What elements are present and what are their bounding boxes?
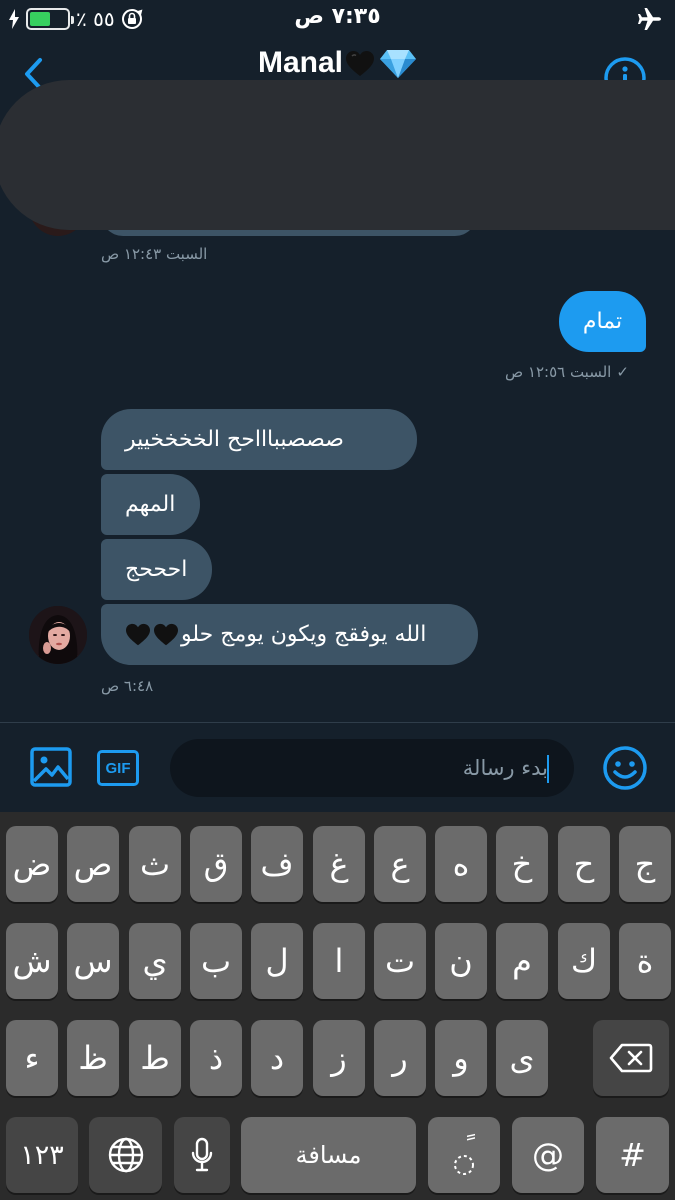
message-text: تمام bbox=[582, 309, 623, 334]
letter-key[interactable]: ل bbox=[251, 923, 303, 999]
letter-key[interactable]: ن bbox=[435, 923, 487, 999]
dictation-key[interactable] bbox=[174, 1117, 230, 1193]
black-heart-icon bbox=[126, 623, 150, 645]
photo-icon[interactable] bbox=[30, 747, 72, 787]
tanween-key[interactable]: ً bbox=[428, 1117, 500, 1193]
gem-stone-icon bbox=[380, 50, 417, 79]
message-text: المهم bbox=[125, 492, 176, 517]
letter-key[interactable]: ث bbox=[129, 826, 181, 902]
message-bubble-incoming[interactable]: صصصبباااحح الخخخخيير bbox=[101, 409, 417, 470]
letter-key[interactable]: ء bbox=[6, 1020, 58, 1096]
letter-key[interactable]: ع bbox=[374, 826, 426, 902]
letter-key[interactable]: ر bbox=[374, 1020, 426, 1096]
black-heart-icon bbox=[154, 623, 178, 645]
message-meta: السبت ١٢:٥٦ ص ✓ bbox=[505, 363, 629, 381]
letter-key[interactable]: غ bbox=[313, 826, 365, 902]
letter-key[interactable]: ج bbox=[619, 826, 671, 902]
letter-key[interactable]: ت bbox=[374, 923, 426, 999]
message-composer: GIF bbox=[0, 722, 675, 812]
message-bubble-outgoing[interactable]: تمام bbox=[559, 291, 646, 352]
letter-key[interactable]: ه bbox=[435, 826, 487, 902]
privacy-overlay bbox=[0, 80, 675, 230]
keyboard: ضصثقفغعهخحج شسيبلاتنمكة ءظطذدزروى ١٢٣ مس… bbox=[0, 812, 675, 1200]
emoji-icon[interactable] bbox=[602, 745, 648, 791]
message-timestamp: السبت ١٢:٤٣ ص bbox=[101, 245, 208, 263]
letter-key[interactable]: ف bbox=[251, 826, 303, 902]
space-key[interactable]: مسافة bbox=[241, 1117, 416, 1193]
avatar[interactable] bbox=[29, 606, 87, 664]
black-heart-icon bbox=[346, 51, 375, 77]
conversation-title: Manal bbox=[0, 46, 675, 80]
status-time: ٧:٣٥ ص bbox=[294, 4, 381, 29]
letter-key[interactable]: ك bbox=[558, 923, 610, 999]
message-timestamp: السبت ١٢:٥٦ ص bbox=[505, 363, 612, 381]
numbers-key[interactable]: ١٢٣ bbox=[6, 1117, 78, 1193]
letter-key[interactable]: ذ bbox=[190, 1020, 242, 1096]
letter-key[interactable]: ا bbox=[313, 923, 365, 999]
letter-key[interactable]: ب bbox=[190, 923, 242, 999]
letter-key[interactable]: و bbox=[435, 1020, 487, 1096]
letter-key[interactable]: ظ bbox=[67, 1020, 119, 1096]
message-timestamp: ٦:٤٨ ص bbox=[101, 677, 154, 695]
letter-key[interactable]: خ bbox=[496, 826, 548, 902]
gif-button[interactable]: GIF bbox=[97, 750, 139, 786]
letter-key[interactable]: ح bbox=[558, 826, 610, 902]
letter-key[interactable]: ي bbox=[129, 923, 181, 999]
message-input[interactable] bbox=[170, 739, 574, 797]
globe-key[interactable] bbox=[89, 1117, 162, 1193]
airplane-mode-icon bbox=[638, 8, 661, 30]
read-check-icon: ✓ bbox=[616, 363, 629, 381]
letter-key[interactable]: د bbox=[251, 1020, 303, 1096]
letter-key[interactable]: ض bbox=[6, 826, 58, 902]
letter-key[interactable]: ى bbox=[496, 1020, 548, 1096]
message-text: صصصبباااحح الخخخخيير bbox=[125, 427, 344, 452]
message-bubble-incoming[interactable]: الله يوفقج ويكون يومج حلو bbox=[101, 604, 478, 665]
status-bar: ٪ ٥٥ ٧:٣٥ ص bbox=[0, 0, 675, 38]
at-key[interactable]: @ bbox=[512, 1117, 584, 1193]
letter-key[interactable]: ش bbox=[6, 923, 58, 999]
message-bubble-incoming[interactable]: المهم bbox=[101, 474, 200, 535]
letter-key[interactable]: م bbox=[496, 923, 548, 999]
letter-key[interactable]: س bbox=[67, 923, 119, 999]
letter-key[interactable]: ط bbox=[129, 1020, 181, 1096]
text-caret bbox=[547, 755, 549, 783]
backspace-key[interactable] bbox=[593, 1020, 669, 1096]
letter-key[interactable]: ة bbox=[619, 923, 671, 999]
message-bubble-incoming[interactable]: احححج bbox=[101, 539, 212, 600]
letter-key[interactable]: ق bbox=[190, 826, 242, 902]
hash-key[interactable]: # bbox=[596, 1117, 669, 1193]
letter-key[interactable]: ص bbox=[67, 826, 119, 902]
letter-key[interactable]: ز bbox=[313, 1020, 365, 1096]
contact-name: Manal bbox=[257, 46, 344, 79]
message-text: احححج bbox=[125, 557, 188, 582]
message-text: الله يوفقج ويكون يومج حلو bbox=[181, 622, 427, 647]
